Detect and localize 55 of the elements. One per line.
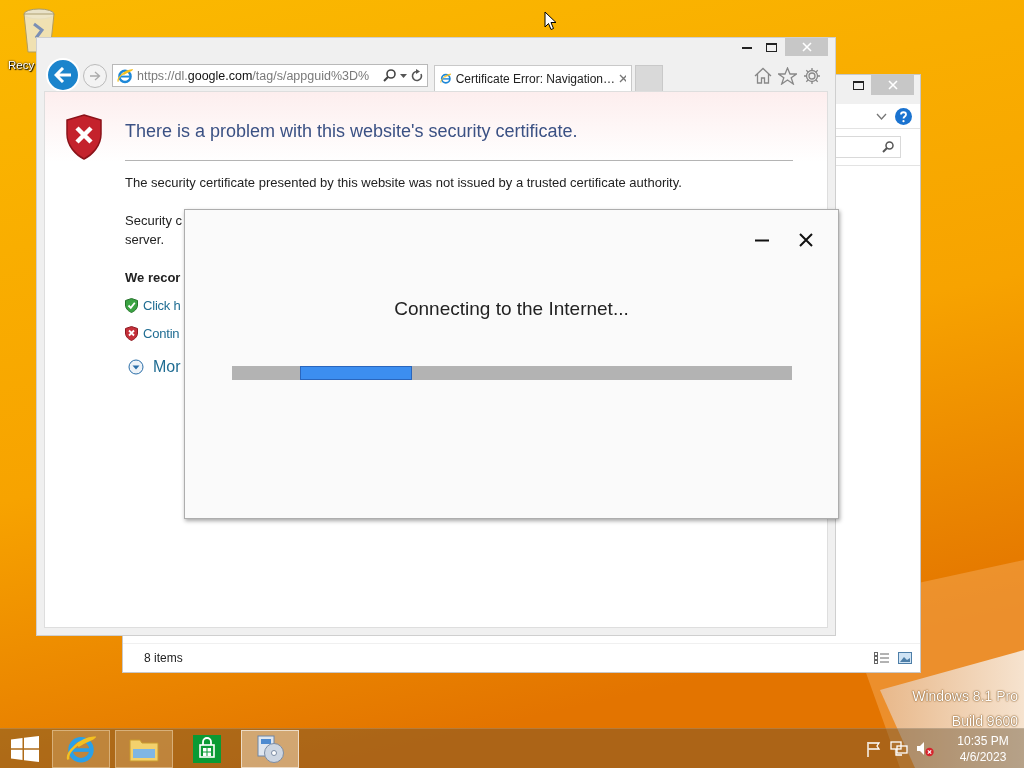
expand-circle-icon[interactable]	[128, 359, 144, 375]
maximize-icon	[765, 42, 777, 52]
browser-tab[interactable]: Certificate Error: Navigation…	[434, 64, 632, 92]
dropdown-caret-icon[interactable]	[400, 73, 407, 78]
network-icon[interactable]	[890, 740, 908, 757]
check-shield-icon	[125, 298, 138, 313]
error-shield-icon	[125, 326, 138, 341]
taskbar-button[interactable]	[115, 729, 173, 768]
star-icon[interactable]	[778, 66, 797, 85]
search-icon	[882, 141, 894, 153]
taskbar-button[interactable]	[52, 729, 110, 768]
help-icon[interactable]	[895, 107, 912, 125]
url-text: https://dl.google.com/tag/s/appguid%3D%	[137, 68, 371, 83]
maximize-icon	[852, 80, 864, 90]
error-description: The security certificate presented by this website was not issued by a trusted certificate authority.	[125, 174, 683, 192]
shopping-bag-icon	[193, 734, 221, 763]
close-icon	[887, 80, 898, 90]
chevron-down-icon[interactable]	[876, 112, 887, 120]
search-icon[interactable]	[383, 69, 396, 82]
watermark-text: Windows 8.1 Pro	[912, 687, 1018, 706]
close-page-link[interactable]: Click h	[143, 298, 181, 313]
browser-icon	[117, 67, 133, 84]
close-icon	[801, 42, 812, 52]
settings-icon[interactable]	[803, 66, 821, 85]
back-arrow-icon	[54, 66, 72, 83]
close-icon	[799, 233, 813, 247]
large-icons-view-icon[interactable]	[898, 652, 912, 664]
status-message: Connecting to the Internet...	[394, 298, 629, 319]
address-field[interactable]: https://dl.google.com/tag/s/appguid%3D%	[112, 64, 428, 87]
page-heading: There is a problem with this website's security certificate.	[125, 121, 579, 143]
more-information-link[interactable]: Mor	[153, 358, 181, 376]
taskbar-button[interactable]	[241, 729, 299, 768]
search-field[interactable]	[835, 136, 901, 158]
windows-logo-icon	[11, 735, 39, 762]
forward-arrow-icon	[89, 70, 101, 81]
continue-link[interactable]: Contin	[143, 326, 180, 341]
home-icon[interactable]	[754, 67, 772, 84]
status-text: 8 items	[144, 651, 184, 665]
watermark-text: Build 9600	[950, 712, 1018, 731]
installer-disc-icon	[255, 733, 285, 764]
details-view-icon[interactable]	[874, 652, 890, 664]
cursor-icon	[544, 11, 557, 31]
detail-text: Security c	[125, 212, 183, 230]
refresh-icon[interactable]	[411, 69, 423, 82]
browser-icon	[66, 733, 96, 764]
flag-icon[interactable]	[866, 740, 882, 757]
close-tab-icon[interactable]	[619, 74, 626, 83]
minimize-icon	[742, 45, 752, 49]
browser-icon	[440, 71, 452, 86]
recommendation-text: We recor	[125, 270, 182, 285]
detail-text: server.	[125, 231, 164, 249]
back-button[interactable]	[46, 57, 80, 92]
volume-icon[interactable]	[916, 740, 934, 757]
minimize-icon	[755, 238, 769, 242]
error-shield-icon	[65, 114, 103, 160]
